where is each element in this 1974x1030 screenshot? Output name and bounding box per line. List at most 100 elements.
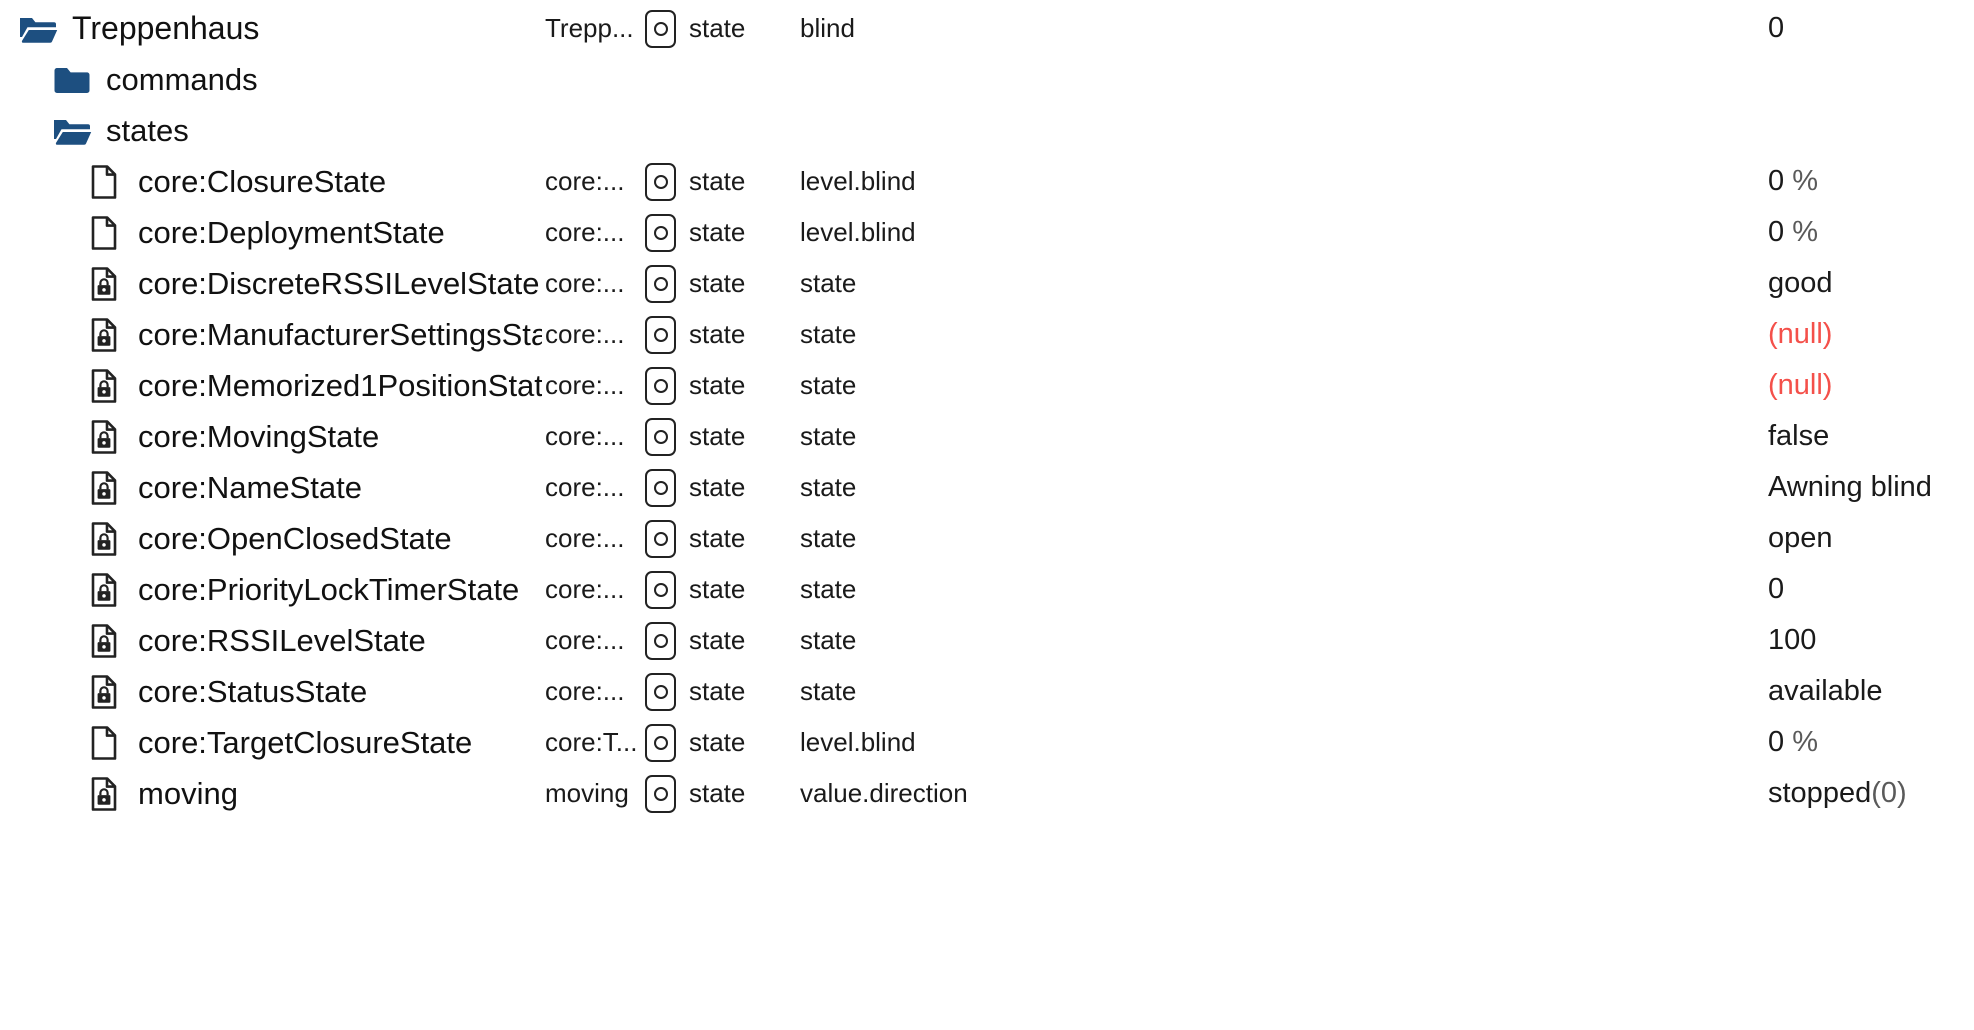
folder-closed-icon[interactable] — [52, 60, 92, 100]
file-locked-icon — [84, 315, 124, 355]
value-cell: (null) — [1768, 360, 1974, 411]
value-suffix: % — [1784, 165, 1818, 197]
tree-row-label: core:ClosureState — [138, 164, 387, 199]
kind-cell: state — [689, 13, 746, 43]
state-circle-icon — [645, 519, 676, 558]
tree-row-name-cell[interactable]: Treppenhaus — [18, 3, 542, 54]
qualified-name-cell: core:... — [545, 268, 625, 298]
kind-cell: state — [689, 370, 746, 400]
tree-row-name-cell[interactable]: commands — [52, 54, 542, 105]
state-badge-cell — [645, 717, 681, 768]
tree-row-label: core:StatusState — [138, 674, 368, 709]
tree-row-name-cell[interactable]: moving — [84, 768, 542, 819]
state-badge-cell — [645, 360, 681, 411]
state-circle-icon — [645, 417, 676, 456]
tree-row-label: core:RSSILevelState — [138, 623, 426, 658]
type-cell: state — [800, 421, 857, 451]
tree-row[interactable]: core:StatusState core:... state state availa… — [0, 666, 1974, 717]
type-cell: state — [800, 676, 857, 706]
state-circle-inner — [653, 174, 668, 189]
state-circle-icon — [645, 774, 676, 813]
tree-row-label: core:OpenClosedState — [138, 521, 452, 556]
tree-row-label: core:TargetClosureState — [138, 725, 473, 760]
value-cell: stopped(0) — [1768, 768, 1974, 819]
kind-cell: state — [689, 319, 746, 349]
tree-row-name-cell[interactable]: core:DiscreteRSSILevelState — [84, 258, 542, 309]
tree-row[interactable]: core:PriorityLockTimerState core:... state… — [0, 564, 1974, 615]
state-badge-cell — [645, 615, 681, 666]
tree-row-name-cell[interactable]: core:TargetClosureState — [84, 717, 542, 768]
file-locked-icon — [84, 417, 124, 457]
tree-row-name-cell[interactable]: core:DeploymentState — [84, 207, 542, 258]
tree-row-name-cell[interactable]: core:NameState — [84, 462, 542, 513]
tree-row-name-cell[interactable]: core:PriorityLockTimerState — [84, 564, 542, 615]
tree-row-name-cell[interactable]: core:ManufacturerSettingsState — [84, 309, 542, 360]
tree-row[interactable]: core:DeploymentState core:... state level.b… — [0, 207, 1974, 258]
tree-row[interactable]: moving moving state value.direction stopped(… — [0, 768, 1974, 819]
tree-row-name-cell[interactable]: core:StatusState — [84, 666, 542, 717]
tree-row-name-cell[interactable]: core:RSSILevelState — [84, 615, 542, 666]
state-circle-inner — [653, 684, 668, 699]
value-text: stopped — [1768, 777, 1872, 809]
tree-row-name-cell[interactable]: core:OpenClosedState — [84, 513, 542, 564]
value-cell: 0 % — [1768, 207, 1974, 258]
kind-cell: state — [689, 625, 746, 655]
value-cell: 100 — [1768, 615, 1974, 666]
qualified-name-cell: core:... — [545, 523, 625, 553]
tree-row-name-cell[interactable]: states — [52, 105, 542, 156]
tree-row[interactable]: core:MovingState core:... state state false — [0, 411, 1974, 462]
tree-row[interactable]: core:TargetClosureState core:T... state lev… — [0, 717, 1974, 768]
qualified-name-cell: core:... — [545, 625, 625, 655]
tree-row-label: core:NameState — [138, 470, 362, 505]
type-cell: state — [800, 370, 857, 400]
state-badge-cell — [645, 3, 681, 54]
tree-row[interactable]: core:OpenClosedState core:... state state op… — [0, 513, 1974, 564]
state-badge-cell — [645, 258, 681, 309]
file-locked-icon — [84, 672, 124, 712]
value-cell: good — [1768, 258, 1974, 309]
tree-row-name-cell[interactable]: core:Memorized1PositionState — [84, 360, 542, 411]
folder-open-icon[interactable] — [52, 111, 92, 151]
state-circle-icon — [645, 621, 676, 660]
tree-row-label: Treppenhaus — [72, 10, 260, 46]
tree-row[interactable]: core:DiscreteRSSILevelState core:... state… — [0, 258, 1974, 309]
kind-cell: state — [689, 727, 746, 757]
value-text: available — [1768, 675, 1883, 707]
file-icon — [84, 723, 124, 763]
kind-cell: state — [689, 676, 746, 706]
kind-cell: state — [689, 778, 746, 808]
folder-open-icon[interactable] — [18, 9, 58, 49]
state-circle-icon — [645, 9, 676, 48]
tree-row[interactable]: core:ClosureState core:... state level.blin… — [0, 156, 1974, 207]
tree-row[interactable]: Treppenhaus Trepp... state blind 0 — [0, 3, 1974, 54]
state-badge-cell — [645, 207, 681, 258]
type-cell: blind — [800, 13, 855, 43]
tree-row[interactable]: commands — [0, 54, 1974, 105]
state-badge-cell — [645, 564, 681, 615]
value-cell: open — [1768, 513, 1974, 564]
tree-row[interactable]: core:RSSILevelState core:... state state 100 — [0, 615, 1974, 666]
state-circle-inner — [653, 480, 668, 495]
tree-row[interactable]: core:ManufacturerSettingsState core:... st… — [0, 309, 1974, 360]
tree-row[interactable]: states — [0, 105, 1974, 156]
state-circle-inner — [653, 225, 668, 240]
value-text: Awning blind — [1768, 471, 1932, 503]
state-circle-icon — [645, 672, 676, 711]
tree-row-name-cell[interactable]: core:MovingState — [84, 411, 542, 462]
tree-row-name-cell[interactable]: core:ClosureState — [84, 156, 542, 207]
value-text: false — [1768, 420, 1830, 452]
tree-row[interactable]: core:Memorized1PositionState core:... stat… — [0, 360, 1974, 411]
tree-row[interactable]: core:NameState core:... state state Awning b… — [0, 462, 1974, 513]
kind-cell: state — [689, 166, 746, 196]
state-circle-inner — [653, 276, 668, 291]
state-circle-icon — [645, 162, 676, 201]
type-cell: level.blind — [800, 166, 916, 196]
qualified-name-cell: core:... — [545, 370, 625, 400]
tree-row-label: core:Memorized1PositionState — [138, 368, 542, 403]
file-icon — [84, 213, 124, 253]
value-suffix: % — [1784, 216, 1818, 248]
qualified-name-cell: core:... — [545, 472, 625, 502]
kind-cell: state — [689, 574, 746, 604]
tree-row-label: core:DiscreteRSSILevelState — [138, 266, 540, 301]
state-circle-inner — [653, 531, 668, 546]
